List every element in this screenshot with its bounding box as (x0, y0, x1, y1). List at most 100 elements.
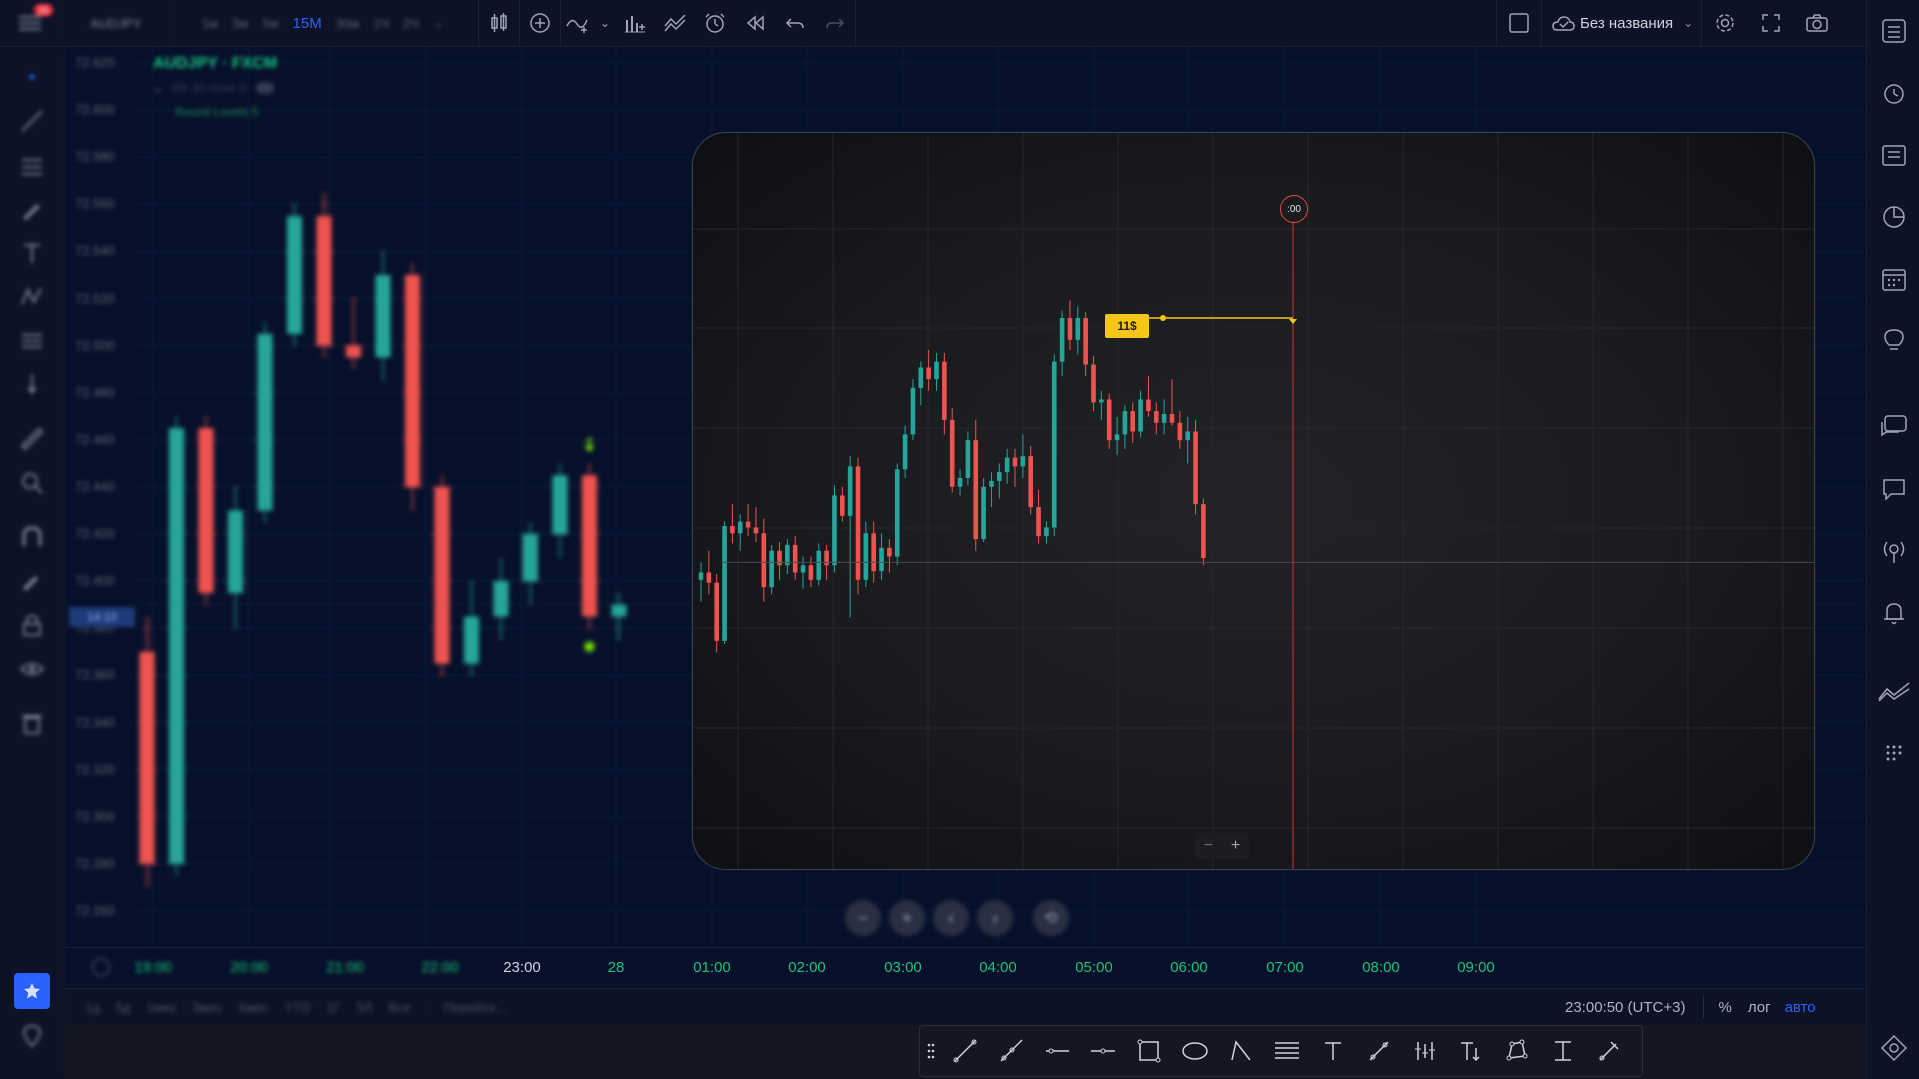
fib-retracement-tool[interactable] (1264, 1026, 1310, 1076)
time-axis[interactable]: 19:00 20:00 21:00 22:00 23:00 28 01:00 02:00 03:… (65, 947, 1865, 988)
minds-button[interactable] (1867, 458, 1919, 520)
symbol-search-button[interactable]: AUDJPY (61, 0, 171, 46)
ideas-button[interactable] (1867, 310, 1919, 372)
snapshot-button[interactable] (1794, 0, 1840, 46)
text-tool[interactable] (1310, 1026, 1356, 1076)
chart-preview-popup[interactable]: :00 11$ − + (692, 132, 1815, 870)
cursor-button[interactable] (0, 55, 64, 99)
horizontal-ray-tool[interactable] (1034, 1026, 1080, 1076)
fib-tool[interactable] (0, 143, 64, 187)
layout-button[interactable] (1497, 0, 1541, 46)
data-window-button[interactable] (1867, 124, 1919, 186)
timeframe-15m[interactable]: 15M (286, 15, 329, 32)
range-3m[interactable]: 3мес (193, 1000, 223, 1015)
indicator-sr[interactable]: SR 30 close 3 (171, 81, 246, 95)
prediction-tool[interactable] (0, 319, 64, 363)
rectangle-tool[interactable] (1126, 1026, 1172, 1076)
trendline-tool[interactable] (942, 1026, 988, 1076)
zoom-tool[interactable] (0, 461, 64, 505)
chats-button[interactable] (1867, 396, 1919, 458)
remove-drawings-tool[interactable] (0, 701, 64, 745)
scroll-left-button[interactable]: ‹ (933, 900, 969, 936)
arrow-tool[interactable] (1356, 1026, 1402, 1076)
text-note-tool[interactable] (1448, 1026, 1494, 1076)
alerts-button[interactable] (1867, 62, 1919, 124)
range-all[interactable]: Все (388, 1000, 410, 1015)
calendar-button[interactable] (1867, 248, 1919, 310)
ruler-tool[interactable] (0, 417, 64, 461)
chart-pane[interactable]: ✱ AUDJPY · FXCM ⌄ SR 30 close 3 Round Le… (65, 47, 1865, 947)
trendline-tool[interactable] (0, 99, 64, 143)
strategy-button[interactable] (655, 0, 695, 46)
alert-button[interactable] (695, 0, 735, 46)
streams-button[interactable] (1867, 520, 1919, 582)
range-1d[interactable]: 1д (85, 1000, 100, 1015)
settings-button[interactable] (1702, 0, 1748, 46)
auto-toggle[interactable]: авто (1785, 999, 1816, 1016)
fullscreen-button[interactable] (1748, 0, 1794, 46)
indicator-round-levels[interactable]: Round Levels 5 (175, 105, 277, 119)
zoom-out-button[interactable]: − (1195, 837, 1222, 855)
hotlist-button[interactable] (1867, 186, 1919, 248)
dom-button[interactable] (1867, 722, 1919, 784)
goto-date-button[interactable]: Перейти... (444, 1000, 506, 1015)
zoom-in-button[interactable]: + (1222, 837, 1249, 855)
financials-button[interactable] (615, 0, 655, 46)
range-1y[interactable]: 1Г (326, 1000, 340, 1015)
chart-type-button[interactable] (479, 0, 519, 46)
zoom-in-button[interactable]: + (889, 900, 925, 936)
reset-button[interactable]: ⟲ (1033, 900, 1069, 936)
range-5d[interactable]: 5д (116, 1000, 131, 1015)
range-1m[interactable]: 1мес (147, 1000, 177, 1015)
pattern-tool[interactable] (0, 275, 64, 319)
layout-name-button[interactable]: Без названия ⌄ (1542, 0, 1701, 46)
watchlist-button[interactable] (1867, 0, 1919, 62)
timeframe-3m[interactable]: 3м (225, 16, 255, 31)
zoom-out-button[interactable]: − (845, 900, 881, 936)
ellipse-tool[interactable] (1172, 1026, 1218, 1076)
timeframe-2h[interactable]: 2Ч (396, 16, 426, 31)
clock-display[interactable]: 23:00:50 (UTC+3) (1565, 999, 1685, 1016)
arrow-tool[interactable] (0, 363, 64, 407)
visibility-tool[interactable] (0, 647, 64, 691)
timeframe-30m[interactable]: 30м (329, 16, 366, 31)
chevron-down-icon[interactable]: ⌄ (153, 81, 163, 95)
eye-icon[interactable] (255, 82, 274, 94)
trading-panel-button[interactable] (1867, 660, 1919, 722)
draw-mode-tool[interactable] (0, 559, 64, 603)
brush-tool[interactable] (0, 187, 64, 231)
pattern-tool[interactable] (1494, 1026, 1540, 1076)
chevron-down-icon[interactable]: ⌄ (426, 15, 451, 31)
range-6m[interactable]: 6мес (238, 1000, 268, 1015)
drag-handle[interactable] (920, 1026, 942, 1076)
timeframe-5m[interactable]: 5м (255, 16, 285, 31)
community-button[interactable] (14, 1018, 50, 1054)
price-axis[interactable]: 72.620 72.600 72.580 72.560 72.540 72.520 72.5… (65, 47, 135, 947)
redo-button[interactable] (815, 0, 855, 46)
indicators-button[interactable] (561, 0, 595, 46)
menu-button[interactable]: 11 (0, 0, 60, 46)
range-5y[interactable]: 5Л (357, 1000, 373, 1015)
scroll-right-button[interactable]: › (977, 900, 1013, 936)
magnet-tool[interactable] (0, 515, 64, 559)
help-button[interactable] (1867, 1020, 1919, 1076)
price-level-label[interactable]: 11$ (1105, 314, 1149, 338)
ray-tool[interactable] (988, 1026, 1034, 1076)
timezone-icon[interactable] (92, 958, 110, 976)
path-tool[interactable] (1218, 1026, 1264, 1076)
text-tool[interactable] (0, 231, 64, 275)
notifications-button[interactable] (1867, 582, 1919, 644)
favorites-button[interactable] (14, 973, 50, 1009)
timeframe-1m[interactable]: 1м (195, 16, 225, 31)
undo-button[interactable] (775, 0, 815, 46)
replay-button[interactable] (735, 0, 775, 46)
percent-toggle[interactable]: % (1718, 999, 1731, 1016)
brush-tool[interactable] (1586, 1026, 1632, 1076)
time-marker[interactable]: :00 (1280, 195, 1308, 223)
compare-button[interactable] (520, 0, 560, 46)
long-position-tool[interactable] (1402, 1026, 1448, 1076)
price-range-tool[interactable] (1540, 1026, 1586, 1076)
range-ytd[interactable]: YTD (284, 1000, 310, 1015)
lock-tool[interactable] (0, 603, 64, 647)
log-toggle[interactable]: лог (1748, 999, 1771, 1016)
